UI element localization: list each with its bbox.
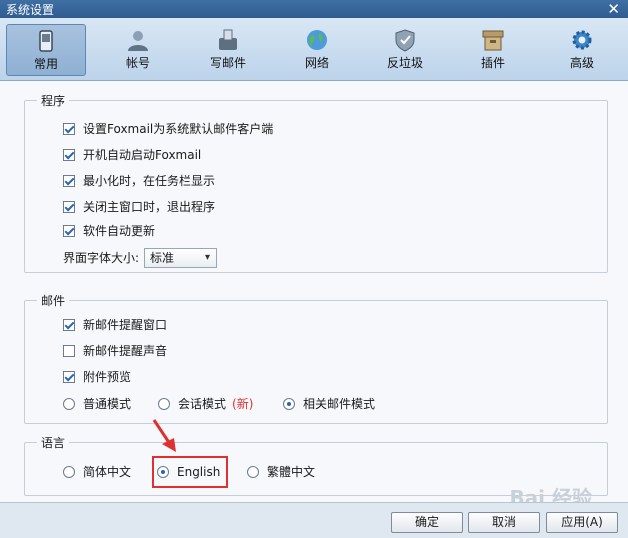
tab-plugins[interactable]: 插件 xyxy=(453,24,533,76)
mode-normal[interactable]: 普通模式 xyxy=(63,395,131,413)
checkbox[interactable] xyxy=(63,149,75,161)
apply-button[interactable]: 应用(A) xyxy=(546,512,618,533)
new-tag: (新) xyxy=(232,397,254,411)
mode-related[interactable]: 相关邮件模式 xyxy=(283,395,375,413)
radio[interactable] xyxy=(158,398,170,410)
box-icon xyxy=(482,30,504,51)
dialog-footer: 确定 取消 应用(A) xyxy=(0,502,628,538)
lang-simplified-chinese[interactable]: 简体中文 xyxy=(63,463,131,481)
title-bar: 系统设置 ✕ xyxy=(0,0,628,18)
option-auto-update[interactable]: 软件自动更新 xyxy=(63,222,155,240)
option-label: 设置Foxmail为系统默认邮件客户端 xyxy=(83,122,274,136)
font-size-value: 标准 xyxy=(150,251,175,265)
chevron-down-icon: ▾ xyxy=(204,252,210,263)
tab-label: 网络 xyxy=(304,56,329,70)
shield-icon xyxy=(395,29,415,52)
option-label: 最小化时，在任务栏显示 xyxy=(83,174,216,188)
option-label: 普通模式 xyxy=(83,397,132,411)
tab-label: 高级 xyxy=(569,56,594,70)
tab-general[interactable]: 常用 xyxy=(6,24,86,76)
phone-icon xyxy=(39,30,53,52)
tab-advanced[interactable]: 高级 xyxy=(542,24,622,76)
radio[interactable] xyxy=(63,398,75,410)
tab-compose[interactable]: 写邮件 xyxy=(188,24,268,76)
option-default-client[interactable]: 设置Foxmail为系统默认邮件客户端 xyxy=(63,120,273,138)
tab-label: 常用 xyxy=(33,57,58,71)
font-size-select[interactable]: 标准 ▾ xyxy=(144,248,217,268)
gear-icon xyxy=(572,30,592,50)
radio[interactable] xyxy=(247,466,259,478)
radio[interactable] xyxy=(283,398,295,410)
option-autostart[interactable]: 开机自动启动Foxmail xyxy=(63,146,201,164)
option-label: 附件预览 xyxy=(83,370,132,384)
option-label: 会话模式 xyxy=(178,397,227,411)
tab-label: 反垃圾 xyxy=(386,56,423,70)
tab-account[interactable]: 帐号 xyxy=(98,24,178,76)
tab-label: 写邮件 xyxy=(209,56,246,70)
program-group: 程序 设置Foxmail为系统默认邮件客户端 开机自动启动Foxmail 最小化… xyxy=(24,92,608,273)
close-icon[interactable]: ✕ xyxy=(607,0,620,18)
radio[interactable] xyxy=(63,466,75,478)
tab-label: 插件 xyxy=(480,56,505,70)
checkbox[interactable] xyxy=(63,371,75,383)
option-new-mail-window[interactable]: 新邮件提醒窗口 xyxy=(63,316,167,334)
option-label: 新邮件提醒窗口 xyxy=(83,318,168,332)
tab-label: 帐号 xyxy=(125,56,150,70)
option-exit-on-close[interactable]: 关闭主窗口时，退出程序 xyxy=(63,198,215,216)
checkbox[interactable] xyxy=(63,225,75,237)
option-new-mail-sound[interactable]: 新邮件提醒声音 xyxy=(63,342,167,360)
font-size-row: 界面字体大小: xyxy=(63,249,139,267)
font-size-label: 界面字体大小: xyxy=(63,251,140,265)
option-label: 关闭主窗口时，退出程序 xyxy=(83,200,216,214)
settings-toolbar: 常用 帐号 写邮件 网络 反垃圾 插件 高级 xyxy=(0,18,628,81)
ok-button[interactable]: 确定 xyxy=(391,512,463,533)
cancel-button[interactable]: 取消 xyxy=(468,512,540,533)
checkbox[interactable] xyxy=(63,319,75,331)
option-label: 简体中文 xyxy=(83,465,132,479)
option-minimize-taskbar[interactable]: 最小化时，在任务栏显示 xyxy=(63,172,215,190)
option-label: 开机自动启动Foxmail xyxy=(83,148,202,162)
option-attachment-preview[interactable]: 附件预览 xyxy=(63,368,131,386)
highlight-box xyxy=(152,456,228,488)
option-label: 新邮件提醒声音 xyxy=(83,344,168,358)
checkbox[interactable] xyxy=(63,175,75,187)
settings-content: 程序 设置Foxmail为系统默认邮件客户端 开机自动启动Foxmail 最小化… xyxy=(0,81,628,502)
mail-group: 邮件 新邮件提醒窗口 新邮件提醒声音 附件预览 普通模式 会话模式 (新) 相关… xyxy=(24,292,608,424)
globe-icon xyxy=(307,30,327,50)
checkbox[interactable] xyxy=(63,201,75,213)
group-legend: 程序 xyxy=(37,92,70,109)
group-legend: 邮件 xyxy=(37,292,70,309)
option-label: 繁體中文 xyxy=(267,465,316,479)
lang-traditional-chinese[interactable]: 繁體中文 xyxy=(247,463,315,481)
group-legend: 语言 xyxy=(37,434,70,451)
option-label: 相关邮件模式 xyxy=(303,397,376,411)
user-icon xyxy=(128,31,148,51)
tab-antispam[interactable]: 反垃圾 xyxy=(365,24,445,76)
arrow-annotation-icon xyxy=(152,419,176,452)
checkbox[interactable] xyxy=(63,123,75,135)
checkbox[interactable] xyxy=(63,345,75,357)
tab-network[interactable]: 网络 xyxy=(277,24,357,76)
compose-icon xyxy=(219,29,237,50)
option-label: 软件自动更新 xyxy=(83,224,156,238)
mode-conversation[interactable]: 会话模式 (新) xyxy=(158,395,253,413)
window-title: 系统设置 xyxy=(6,3,55,17)
